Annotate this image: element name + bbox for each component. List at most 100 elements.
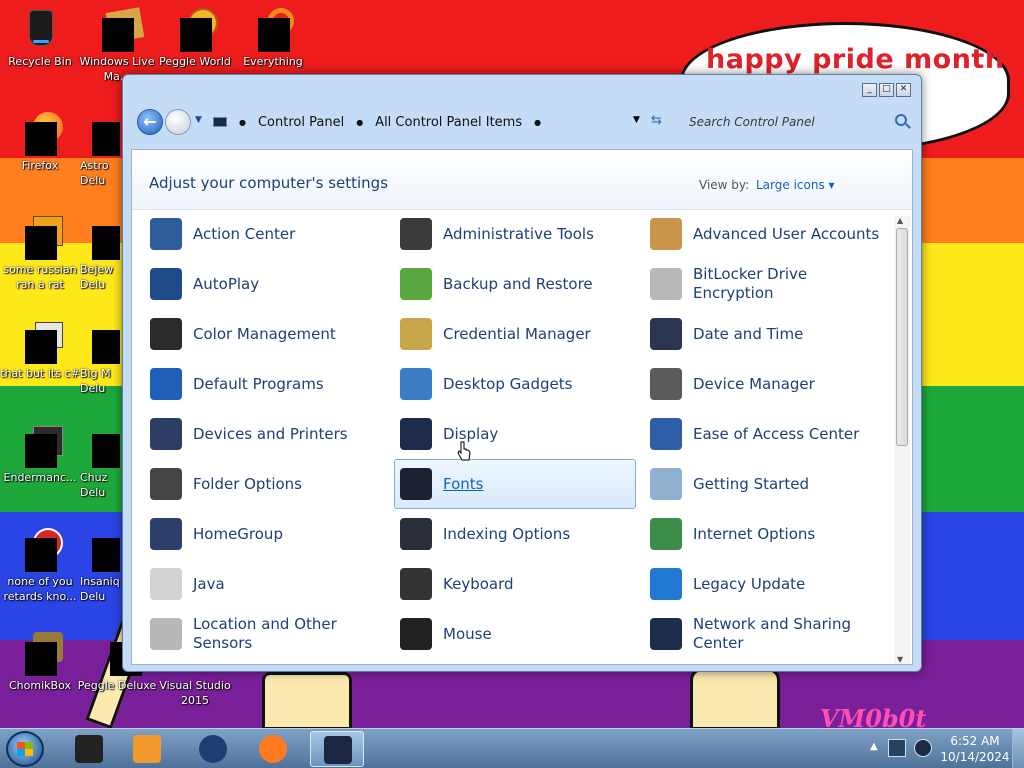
control-panel-item[interactable]: Advanced User Accounts: [650, 209, 892, 259]
desktop-icon-chomikbox[interactable]: ChomikBox: [0, 632, 80, 693]
taskbar-button[interactable]: [62, 731, 116, 767]
desktop-icon-label: Recycle Bin: [8, 55, 72, 68]
search-box[interactable]: Search Control Panel: [679, 109, 913, 135]
address-dropdown[interactable]: ▼: [633, 115, 640, 125]
taskbar-control-panel-icon: [324, 736, 352, 764]
breadcrumb-separator[interactable]: ●: [356, 118, 363, 127]
network-tray-icon[interactable]: [888, 739, 906, 757]
address-bar[interactable]: ● Control Panel ● All Control Panel Item…: [209, 109, 659, 135]
control-panel-item[interactable]: Backup and Restore: [400, 259, 642, 309]
control-panel-item[interactable]: Location and Other Sensors: [150, 609, 392, 659]
java-icon: [150, 568, 182, 600]
calendar-clock-icon: [650, 318, 682, 350]
page-title: Adjust your computer's settings: [149, 174, 389, 192]
vault-icon: [400, 318, 432, 350]
endermanch-icon: [19, 424, 63, 468]
system-clock[interactable]: 6:52 AM 10/14/2024: [940, 733, 1010, 765]
breadcrumb-separator[interactable]: ●: [534, 118, 541, 127]
desktop-icon-some-russian[interactable]: some russian ran a rat: [0, 216, 80, 292]
control-panel-item[interactable]: Default Programs: [150, 359, 392, 409]
desktop-icon-label: Peggle Deluxe: [77, 679, 157, 692]
control-panel-item[interactable]: Folder Options: [150, 459, 392, 509]
taskbar-button[interactable]: [246, 731, 300, 767]
desktop-icon-recycle-bin[interactable]: Recycle Bin: [0, 8, 80, 69]
desktop-icon-label: Big M Delu: [80, 367, 111, 395]
control-panel-item[interactable]: Keyboard: [400, 559, 642, 609]
control-panel-item[interactable]: Legacy Update: [650, 559, 892, 609]
control-panel-item[interactable]: Display: [400, 409, 642, 459]
scroll-thumb[interactable]: [896, 228, 908, 446]
desktop-icon-insaniquarium[interactable]: Insaniq Delu: [80, 528, 120, 604]
desktop-icon-peggle-world[interactable]: Peggle World: [155, 8, 235, 69]
desktop-icon-astropop[interactable]: Astro Delu: [80, 112, 120, 188]
control-panel-item[interactable]: Indexing Options: [400, 509, 642, 559]
minimize-button[interactable]: _: [862, 83, 877, 97]
control-panel-item[interactable]: Administrative Tools: [400, 209, 642, 259]
everything-icon: [252, 8, 294, 52]
desktop-icon-endermanch[interactable]: Endermanc...: [0, 424, 80, 485]
desktop-icon-firefox[interactable]: Firefox: [0, 112, 80, 173]
desktop-icon-chuzzle[interactable]: Chuz Delu: [80, 424, 120, 500]
scroll-down-arrow[interactable]: ▼: [897, 655, 903, 664]
taskbar-button[interactable]: [310, 731, 364, 767]
cartoon-drawing: [690, 668, 780, 730]
close-button[interactable]: ✕: [896, 83, 911, 97]
mouse-icon: [400, 618, 432, 650]
desktop-icon-windows-live[interactable]: Windows Live Ma...: [77, 7, 157, 84]
taskbar-button[interactable]: [120, 731, 174, 767]
desktop-icon-everything[interactable]: Everything: [233, 8, 313, 69]
view-by-value: Large icons: [756, 178, 825, 192]
control-panel-item[interactable]: Date and Time: [650, 309, 892, 359]
scroll-up-arrow[interactable]: ▲: [897, 216, 903, 225]
desktop-icon-label: Bejew Delu: [80, 263, 114, 291]
that-but-its-cs-icon: [19, 320, 63, 364]
control-panel-item-label: Ease of Access Center: [693, 424, 860, 443]
control-panel-item[interactable]: Color Management: [150, 309, 392, 359]
breadcrumb-separator[interactable]: ●: [239, 118, 246, 127]
control-panel-item[interactable]: Devices and Printers: [150, 409, 392, 459]
control-panel-item[interactable]: Mouse: [400, 609, 642, 659]
show-desktop-button[interactable]: [1012, 729, 1024, 768]
control-panel-item[interactable]: Fonts: [394, 459, 636, 509]
breadcrumb-all-items[interactable]: All Control Panel Items: [375, 115, 522, 130]
desktop-icon-label: ChomikBox: [9, 679, 71, 692]
shield-flag-icon: [150, 218, 182, 250]
forward-button[interactable]: [165, 109, 191, 135]
control-panel-item-label: Desktop Gadgets: [443, 374, 573, 393]
maximize-button[interactable]: □: [879, 83, 894, 97]
search-icon[interactable]: [895, 114, 907, 126]
control-panel-item[interactable]: Action Center: [150, 209, 392, 259]
desktop-icon-big-money[interactable]: Big M Delu: [80, 320, 120, 396]
vertical-scrollbar[interactable]: ▲ ▼: [894, 216, 910, 664]
chomikbox-icon: [19, 632, 63, 676]
back-button[interactable]: ←: [137, 109, 163, 135]
control-panel-item[interactable]: AutoPlay: [150, 259, 392, 309]
control-panel-item[interactable]: Desktop Gadgets: [400, 359, 642, 409]
desktop-icon-bejeweled[interactable]: Bejew Delu: [80, 216, 120, 292]
control-panel-item[interactable]: Credential Manager: [400, 309, 642, 359]
control-panel-item[interactable]: Device Manager: [650, 359, 892, 409]
control-panel-item[interactable]: Java: [150, 559, 392, 609]
recent-pages-dropdown[interactable]: ▼: [195, 115, 202, 125]
refresh-icon[interactable]: ⇆: [651, 113, 662, 128]
control-panel-item[interactable]: Internet Options: [650, 509, 892, 559]
desktop-icon-none-of-you[interactable]: none of you retards kno...: [0, 528, 80, 604]
control-panel-item[interactable]: HomeGroup: [150, 509, 392, 559]
desktop-icon-label: that but its c#: [0, 367, 80, 380]
control-panel-item-label: Administrative Tools: [443, 224, 594, 243]
control-panel-window: _ □ ✕ ← ▼ ● Control Panel ● All Control …: [122, 74, 922, 672]
desktop-icon-label: some russian ran a rat: [3, 263, 77, 291]
control-panel-item[interactable]: Network and Sharing Center: [650, 609, 892, 659]
control-panel-item[interactable]: Ease of Access Center: [650, 409, 892, 459]
search-input[interactable]: Search Control Panel: [689, 115, 815, 129]
control-panel-item[interactable]: BitLocker Drive Encryption: [650, 259, 892, 309]
taskbar-button[interactable]: [186, 731, 240, 767]
desktop-icon-that-but-its[interactable]: that but its c#: [0, 320, 80, 381]
control-panel-item-label: Getting Started: [693, 474, 809, 493]
show-hidden-icons-button[interactable]: ▲: [870, 741, 878, 752]
view-by-dropdown[interactable]: Large icons ▾: [756, 178, 835, 192]
volume-tray-icon[interactable]: [914, 739, 932, 757]
breadcrumb-control-panel[interactable]: Control Panel: [258, 115, 344, 130]
control-panel-item[interactable]: Getting Started: [650, 459, 892, 509]
start-button[interactable]: [6, 731, 44, 767]
